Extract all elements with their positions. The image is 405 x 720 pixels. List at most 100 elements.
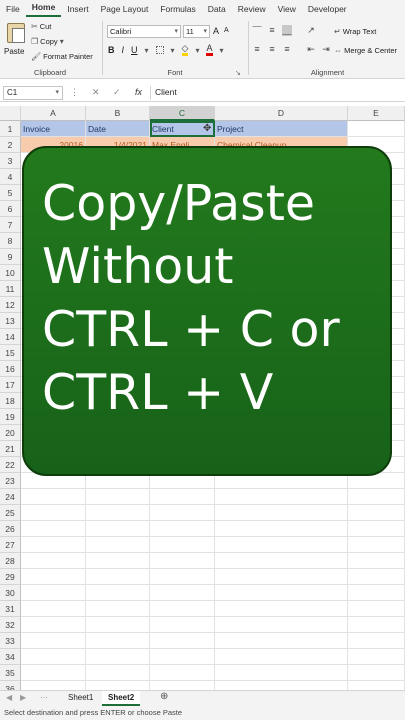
- fill-color-icon[interactable]: ◇: [181, 44, 189, 56]
- row-header[interactable]: 10: [0, 265, 21, 281]
- row-header[interactable]: 15: [0, 345, 21, 361]
- grid-cell[interactable]: [21, 633, 86, 649]
- grid-cell[interactable]: [348, 681, 405, 690]
- grid-cell[interactable]: [86, 681, 150, 690]
- row-header[interactable]: 34: [0, 649, 21, 665]
- grid-cell[interactable]: [150, 489, 215, 505]
- decrease-indent-icon[interactable]: ⇤: [306, 44, 316, 55]
- grid-cell[interactable]: [215, 585, 348, 601]
- row-header[interactable]: 14: [0, 329, 21, 345]
- align-top-icon[interactable]: ⎺: [252, 25, 262, 36]
- wrap-text-button[interactable]: ↵ Wrap Text: [334, 27, 376, 36]
- row-header[interactable]: 20: [0, 425, 21, 441]
- font-name-select[interactable]: Calibri ▾: [107, 25, 181, 38]
- row-header[interactable]: 35: [0, 665, 21, 681]
- align-bottom-icon[interactable]: ⎽: [282, 25, 292, 36]
- grid-cell[interactable]: [21, 617, 86, 633]
- grid-cell[interactable]: [348, 521, 405, 537]
- sheet-tab-sheet2[interactable]: Sheet2: [102, 691, 141, 706]
- grid-cell[interactable]: [348, 617, 405, 633]
- grid-cell[interactable]: [150, 649, 215, 665]
- grid-cell[interactable]: [215, 537, 348, 553]
- underline-button[interactable]: U: [131, 45, 138, 55]
- row-header[interactable]: 33: [0, 633, 21, 649]
- grid-cell[interactable]: [150, 633, 215, 649]
- row-header[interactable]: 23: [0, 473, 21, 489]
- grid-cell[interactable]: [150, 537, 215, 553]
- align-right-icon[interactable]: ≡: [282, 44, 292, 55]
- grid-cell[interactable]: [348, 489, 405, 505]
- grid-cell[interactable]: [215, 633, 348, 649]
- row-header[interactable]: 28: [0, 553, 21, 569]
- grid-cell[interactable]: [348, 537, 405, 553]
- grid-cell[interactable]: [348, 569, 405, 585]
- grid-cell[interactable]: [150, 585, 215, 601]
- row-header[interactable]: 36: [0, 681, 21, 690]
- grid-cell[interactable]: [21, 537, 86, 553]
- grid-cell[interactable]: [86, 633, 150, 649]
- cell-b1[interactable]: Date: [86, 121, 150, 137]
- row-header[interactable]: 29: [0, 569, 21, 585]
- grid-cell[interactable]: [215, 681, 348, 690]
- formula-input[interactable]: Client: [155, 87, 177, 97]
- grid-cell[interactable]: [21, 681, 86, 690]
- grid-cell[interactable]: [348, 601, 405, 617]
- grid-cell[interactable]: [215, 521, 348, 537]
- row-header[interactable]: 27: [0, 537, 21, 553]
- grid-cell[interactable]: [348, 665, 405, 681]
- grid-cell[interactable]: [215, 569, 348, 585]
- cell-a1[interactable]: Invoice: [21, 121, 86, 137]
- grid-cell[interactable]: [21, 601, 86, 617]
- grid-cell[interactable]: [86, 601, 150, 617]
- copy-button[interactable]: ❐ Copy ▾: [31, 37, 64, 46]
- select-all-corner[interactable]: [0, 106, 21, 121]
- grid-cell[interactable]: [348, 121, 405, 137]
- row-header[interactable]: 7: [0, 217, 21, 233]
- align-center-icon[interactable]: ≡: [267, 44, 277, 55]
- cut-button[interactable]: ✂ Cut: [31, 22, 51, 31]
- grid-cell[interactable]: [21, 569, 86, 585]
- grid-cell[interactable]: [21, 665, 86, 681]
- tab-insert[interactable]: Insert: [61, 4, 94, 14]
- grid-cell[interactable]: [150, 521, 215, 537]
- shrink-font-button[interactable]: A: [224, 27, 229, 34]
- row-header[interactable]: 5: [0, 185, 21, 201]
- row-header[interactable]: 13: [0, 313, 21, 329]
- grid-cell[interactable]: [348, 505, 405, 521]
- column-header-a[interactable]: A: [21, 106, 86, 121]
- grid-cell[interactable]: [150, 505, 215, 521]
- row-header[interactable]: 26: [0, 521, 21, 537]
- grid-cell[interactable]: [150, 553, 215, 569]
- prev-sheet-icon[interactable]: ◀: [6, 693, 12, 702]
- column-header-b[interactable]: B: [86, 106, 150, 121]
- row-header[interactable]: 30: [0, 585, 21, 601]
- grid-cell[interactable]: [21, 505, 86, 521]
- grid-cell[interactable]: [86, 649, 150, 665]
- row-header[interactable]: 18: [0, 393, 21, 409]
- font-color-icon[interactable]: A: [206, 44, 213, 56]
- grid-cell[interactable]: [86, 585, 150, 601]
- italic-button[interactable]: I: [122, 45, 125, 55]
- borders-icon[interactable]: [155, 46, 164, 54]
- grow-font-button[interactable]: A: [213, 26, 219, 36]
- grid-cell[interactable]: [86, 617, 150, 633]
- tab-view[interactable]: View: [272, 4, 302, 14]
- tab-data[interactable]: Data: [202, 4, 232, 14]
- bold-button[interactable]: B: [108, 45, 115, 55]
- grid-cell[interactable]: [150, 601, 215, 617]
- grid-cell[interactable]: [215, 601, 348, 617]
- row-header[interactable]: 17: [0, 377, 21, 393]
- grid-cell[interactable]: [21, 649, 86, 665]
- grid-cell[interactable]: [86, 489, 150, 505]
- tab-page-layout[interactable]: Page Layout: [95, 4, 155, 14]
- grid-cell[interactable]: [150, 665, 215, 681]
- orientation-icon[interactable]: ↗: [306, 25, 316, 36]
- tab-home[interactable]: Home: [25, 0, 62, 17]
- column-header-c[interactable]: C: [150, 106, 215, 121]
- row-header[interactable]: 24: [0, 489, 21, 505]
- grid-cell[interactable]: [86, 521, 150, 537]
- row-header[interactable]: 16: [0, 361, 21, 377]
- align-middle-icon[interactable]: ≡: [267, 25, 277, 36]
- cancel-icon[interactable]: ✕: [92, 87, 100, 98]
- grid-cell[interactable]: [86, 537, 150, 553]
